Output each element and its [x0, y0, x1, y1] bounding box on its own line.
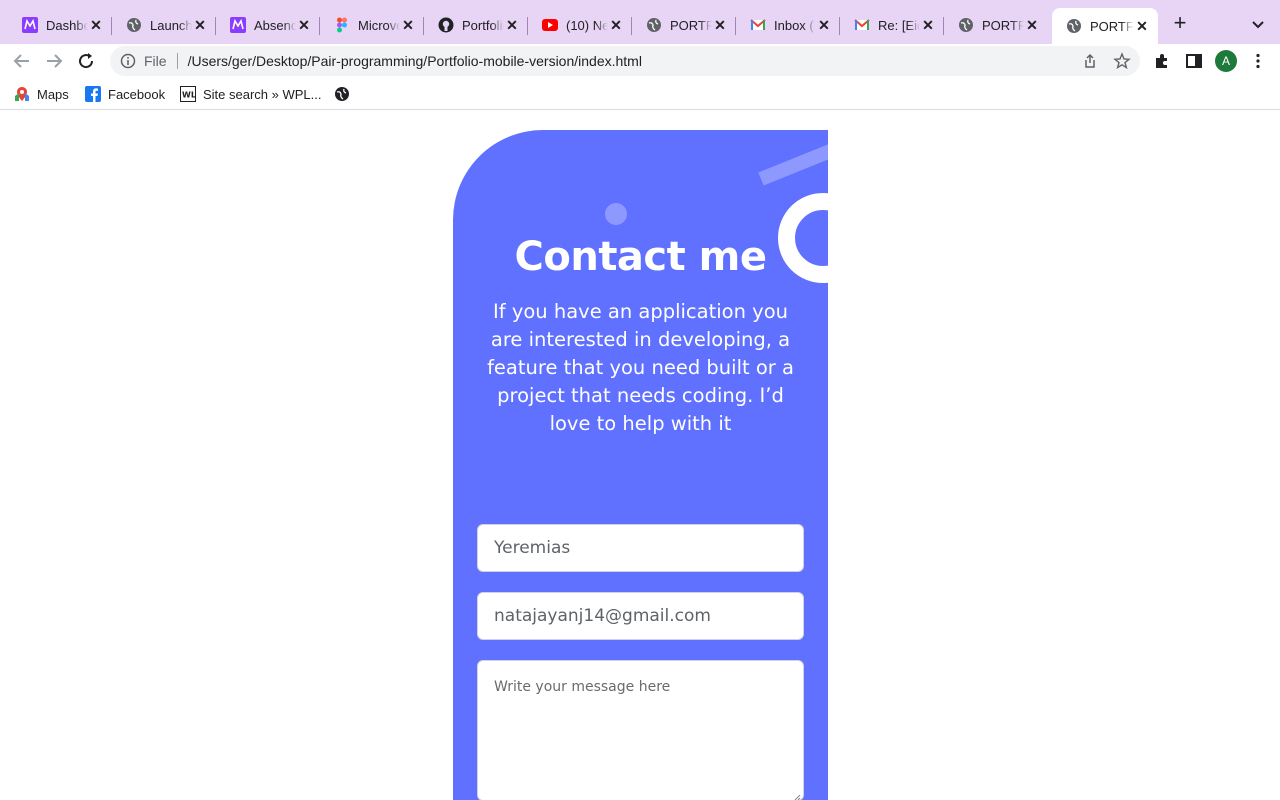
bookmark-facebook[interactable]: Facebook [85, 85, 165, 103]
tab-launch[interactable]: Launch ✕ [112, 8, 216, 42]
globe-icon [958, 17, 974, 33]
name-field[interactable]: Yeremias [477, 524, 804, 572]
tab-title: PORTFOLIO [670, 17, 712, 33]
chevron-down-icon[interactable] [1248, 14, 1268, 34]
message-textarea[interactable]: Write your message here [477, 660, 804, 800]
github-icon [438, 17, 454, 33]
divider [176, 53, 178, 69]
browser-toolbar: File /Users/ger/Desktop/Pair-programming… [0, 44, 1280, 78]
message-placeholder: Write your message here [494, 679, 671, 695]
tab-figma[interactable]: Microverse ✕ [320, 8, 424, 42]
decorative-dot [605, 203, 627, 225]
figma-icon [334, 17, 350, 33]
forward-icon[interactable] [42, 49, 66, 73]
close-icon[interactable]: ✕ [192, 17, 208, 33]
new-tab-button[interactable]: + [1168, 12, 1192, 36]
more-menu-icon[interactable] [1247, 50, 1269, 72]
tab-mail-reply[interactable]: Re: [Eid ✕ [840, 8, 944, 42]
bookmark-maps[interactable]: Maps [14, 85, 69, 103]
contact-title: Contact me [514, 234, 768, 280]
bookmarks-bar: Maps Facebook WL Site search » WPL... [0, 78, 1280, 110]
tab-portfolio-active[interactable]: PORTFOLIO ✕ [1052, 8, 1158, 44]
close-icon[interactable]: ✕ [1134, 18, 1150, 34]
tab-dashboard[interactable]: Dashboard ✕ [8, 8, 112, 42]
tab-title: Launch [150, 17, 192, 33]
bookmark-globe[interactable] [334, 85, 357, 103]
globe-icon [334, 86, 350, 102]
bookmark-label: Facebook [108, 86, 166, 102]
svg-text:WL: WL [182, 91, 196, 100]
tab-title: PORTFOLIO [1090, 18, 1134, 34]
close-icon[interactable]: ✕ [712, 17, 728, 33]
close-icon[interactable]: ✕ [608, 17, 624, 33]
tab-title: Dashboard [46, 17, 88, 33]
tab-github-portfolio[interactable]: Portfolio ✕ [424, 8, 528, 42]
close-icon[interactable]: ✕ [88, 17, 104, 33]
url-scheme: File [144, 53, 167, 69]
reload-icon[interactable] [74, 49, 98, 73]
tab-title: PORTFOLIO [982, 17, 1024, 33]
back-icon[interactable] [10, 49, 34, 73]
tab-strip: Dashboard ✕ Launch ✕ Absence ✕ Microvers… [0, 0, 1280, 44]
close-icon[interactable]: ✕ [296, 17, 312, 33]
microverse-icon [22, 17, 38, 33]
email-field[interactable]: natajayanj14@gmail.com [477, 592, 804, 640]
info-icon[interactable] [120, 53, 136, 69]
tab-title: (10) New [566, 17, 608, 33]
tab-title: Absence [254, 17, 296, 33]
tab-title: Re: [Eid [878, 17, 920, 33]
microverse-icon [230, 17, 246, 33]
page-viewport: Contact me If you have an application yo… [0, 111, 1280, 800]
tab-youtube[interactable]: (10) New ✕ [528, 8, 632, 42]
close-icon[interactable]: ✕ [816, 17, 832, 33]
tab-title: Microverse [358, 17, 400, 33]
star-icon[interactable] [1112, 51, 1132, 71]
tab-portfolio-1[interactable]: PORTFOLIO ✕ [632, 8, 736, 42]
wpl-icon: WL [180, 86, 196, 102]
bookmark-label: Maps [37, 86, 69, 102]
decorative-stripe [758, 138, 828, 186]
side-panel-icon[interactable] [1183, 50, 1205, 72]
contact-description: If you have an application you are inter… [487, 300, 794, 435]
extensions-icon[interactable] [1151, 50, 1173, 72]
gmail-icon [854, 17, 870, 33]
maps-icon [14, 86, 30, 102]
close-icon[interactable]: ✕ [400, 17, 416, 33]
close-icon[interactable]: ✕ [504, 17, 520, 33]
tab-inbox[interactable]: Inbox ( ✕ [736, 8, 840, 42]
gmail-icon [750, 17, 766, 33]
youtube-icon [542, 17, 558, 33]
profile-avatar[interactable]: A [1215, 50, 1237, 72]
close-icon[interactable]: ✕ [920, 17, 936, 33]
tab-absence[interactable]: Absence ✕ [216, 8, 320, 42]
address-bar[interactable]: File /Users/ger/Desktop/Pair-programming… [110, 46, 1140, 76]
close-icon[interactable]: ✕ [1024, 17, 1040, 33]
url-text[interactable]: /Users/ger/Desktop/Pair-programming/Port… [188, 53, 642, 69]
tab-portfolio-2[interactable]: PORTFOLIO ✕ [944, 8, 1048, 42]
resize-handle-icon[interactable] [793, 790, 801, 800]
globe-icon [1066, 18, 1082, 34]
tab-title: Portfolio [462, 17, 504, 33]
contact-section: Contact me If you have an application yo… [453, 130, 828, 800]
bookmark-site-search[interactable]: WL Site search » WPL... [180, 85, 322, 103]
bookmark-label: Site search » WPL... [203, 86, 322, 102]
share-icon[interactable] [1080, 51, 1100, 71]
tab-title: Inbox ( [774, 17, 814, 33]
globe-icon [646, 17, 662, 33]
facebook-icon [85, 86, 101, 102]
globe-icon [126, 17, 142, 33]
